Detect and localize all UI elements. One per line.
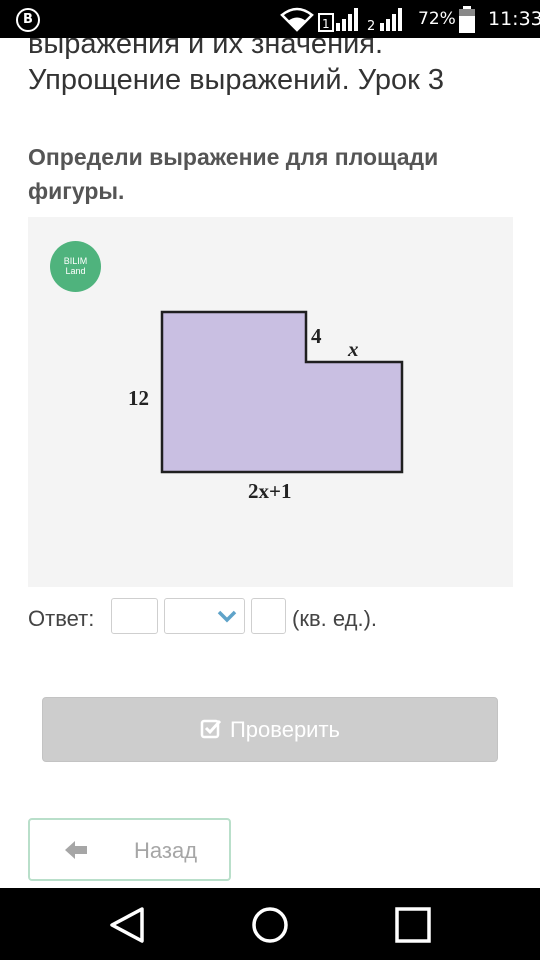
back-button[interactable]: Назад: [28, 818, 231, 881]
check-button-label: Проверить: [229, 717, 341, 742]
label-base: 2x+1: [248, 479, 291, 503]
system-nav-bar: [0, 888, 540, 960]
label-height: 12: [128, 386, 149, 410]
page-title-line1: выражения и их значения.: [28, 38, 384, 60]
battery-percent: 72%: [418, 9, 456, 29]
page-title: выражения и их значения. Упрощение выраж…: [28, 38, 528, 98]
page-title-line2: Упрощение выражений. Урок 3: [28, 64, 444, 96]
clock: 11:33: [488, 8, 540, 30]
check-button[interactable]: Проверить: [42, 697, 498, 762]
status-bar: B 1 2 72% 11:33: [0, 0, 540, 38]
app-notification-icon: B: [16, 8, 40, 32]
arrow-left-icon: [65, 841, 87, 859]
title-clip: выражения и их значения. Упрощение выраж…: [0, 38, 540, 98]
area-figure: 12 4 x 2x+1: [128, 310, 404, 503]
answer-input-constant[interactable]: [251, 598, 286, 634]
chevron-down-icon: [217, 610, 237, 623]
label-step: x: [347, 337, 359, 361]
checkbox-check-icon: [200, 719, 222, 739]
label-base-text: 2x+1: [248, 479, 291, 503]
answer-select-variable[interactable]: [164, 598, 245, 634]
sim1-label: 1: [322, 17, 330, 31]
label-notch: 4: [311, 324, 322, 348]
answer-units: (кв. ед.).: [292, 606, 378, 631]
figure-panel: BILIM Land 12 4 x 2x+1: [28, 217, 513, 587]
answer-row: Ответ: (кв. ед.).: [28, 598, 528, 636]
signal-sim2-icon: 2: [367, 8, 402, 32]
nav-home-icon[interactable]: [251, 906, 289, 944]
battery-icon: [459, 6, 475, 33]
nav-recent-apps-icon[interactable]: [394, 906, 432, 944]
question-text: Определи выражение для площади фигуры.: [28, 144, 439, 204]
back-button-label: Назад: [134, 838, 198, 863]
answer-label: Ответ:: [28, 606, 95, 631]
wifi-icon: [280, 7, 314, 32]
figure-shape: [160, 310, 404, 474]
signal-sim1-icon: 1: [318, 8, 358, 32]
nav-back-icon[interactable]: [108, 906, 148, 944]
sim2-label: 2: [367, 19, 375, 32]
answer-input-coefficient[interactable]: [111, 598, 158, 634]
